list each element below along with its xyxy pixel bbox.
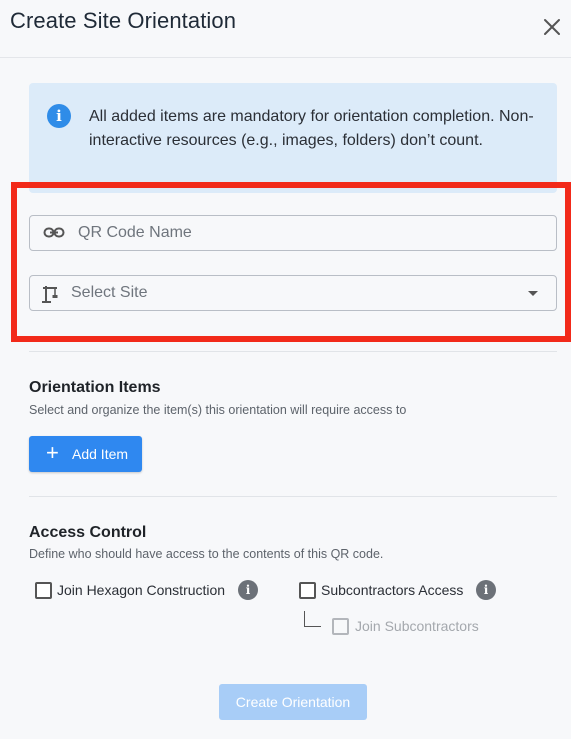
chevron-down-icon[interactable] bbox=[528, 291, 538, 296]
orientation-items-title: Orientation Items bbox=[29, 379, 161, 396]
dialog-title: Create Site Orientation bbox=[10, 8, 237, 33]
join-subcontractors-checkbox[interactable] bbox=[332, 618, 349, 635]
crane-icon bbox=[42, 286, 58, 303]
close-icon[interactable] bbox=[541, 16, 563, 38]
site-select-placeholder: Select Site bbox=[71, 284, 148, 301]
add-item-button[interactable]: + Add Item bbox=[29, 436, 142, 472]
plus-icon: + bbox=[46, 440, 59, 465]
divider bbox=[29, 496, 557, 497]
info-icon: i bbox=[47, 104, 71, 128]
close-button[interactable] bbox=[541, 16, 563, 38]
subcontractors-access-label[interactable]: Subcontractors Access bbox=[321, 582, 463, 598]
site-select[interactable]: Select Site bbox=[29, 275, 557, 311]
access-control-title: Access Control bbox=[29, 524, 147, 541]
join-hexagon-label[interactable]: Join Hexagon Construction bbox=[57, 582, 225, 598]
highlight-annotation bbox=[11, 182, 571, 342]
qr-code-name-input[interactable] bbox=[78, 216, 538, 250]
access-control-subtitle: Define who should have access to the con… bbox=[29, 547, 384, 561]
add-item-label: Add Item bbox=[72, 446, 129, 462]
qr-code-name-field[interactable] bbox=[29, 215, 557, 251]
link-icon bbox=[43, 227, 65, 238]
dialog-header: Create Site Orientation bbox=[0, 0, 571, 58]
join-hexagon-checkbox[interactable] bbox=[35, 582, 52, 599]
info-tooltip-icon[interactable]: i bbox=[476, 580, 496, 600]
tree-connector bbox=[304, 611, 321, 627]
divider bbox=[29, 351, 557, 352]
create-orientation-button[interactable]: Create Orientation bbox=[219, 684, 367, 720]
info-tooltip-icon[interactable]: i bbox=[238, 580, 258, 600]
info-banner: i All added items are mandatory for orie… bbox=[29, 83, 557, 193]
join-subcontractors-label: Join Subcontractors bbox=[355, 618, 479, 634]
info-text: All added items are mandatory for orient… bbox=[89, 108, 534, 149]
orientation-items-subtitle: Select and organize the item(s) this ori… bbox=[29, 403, 407, 417]
subcontractors-access-checkbox[interactable] bbox=[299, 582, 316, 599]
